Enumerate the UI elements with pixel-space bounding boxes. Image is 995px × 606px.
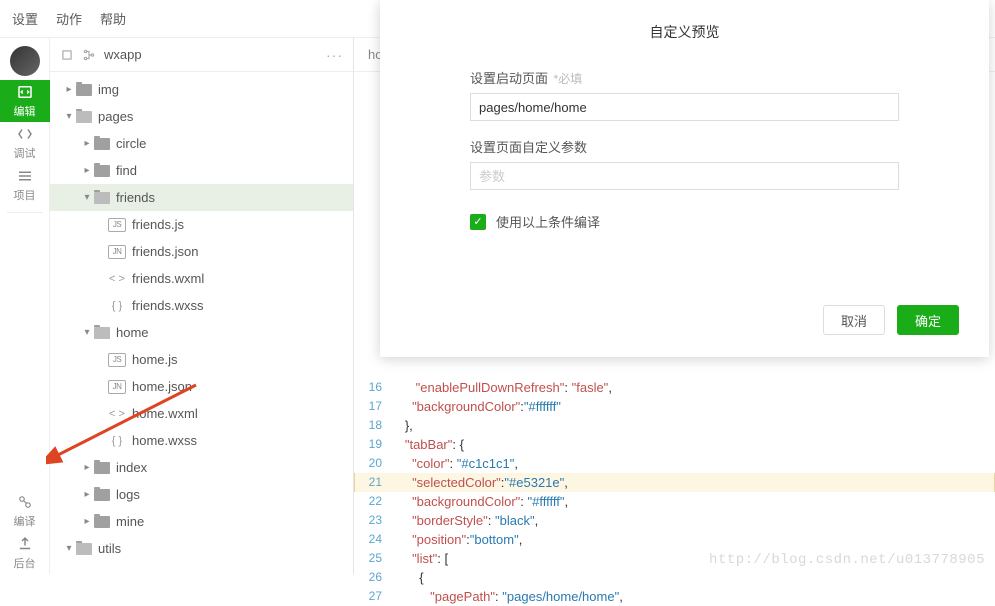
folder-icon xyxy=(94,516,110,528)
json-icon: JN xyxy=(108,380,126,394)
json-icon: JN xyxy=(108,245,126,259)
code-line[interactable]: 21 "selectedColor":"#e5321e", xyxy=(354,473,995,492)
folder-friends[interactable]: ▾friends xyxy=(50,184,353,211)
code-line[interactable]: 19 "tabBar": { xyxy=(354,435,995,454)
code-line[interactable]: 16 "enablePullDownRefresh": "fasle", xyxy=(354,378,995,397)
folder-utils[interactable]: ▾utils xyxy=(50,535,353,562)
custom-preview-dialog: 自定义预览 设置启动页面 *必填 设置页面自定义参数 ✓ 使用以上条件编译 取消… xyxy=(380,0,989,357)
rail-edit-label: 编辑 xyxy=(14,103,36,119)
wxss-icon: { } xyxy=(108,300,126,312)
code-line[interactable]: 27 "pagePath": "pages/home/home", xyxy=(354,587,995,606)
file-friends-wxml[interactable]: < >friends.wxml xyxy=(50,265,353,292)
js-icon: JS xyxy=(108,218,126,232)
folder-icon xyxy=(94,327,110,339)
checkbox-label: 使用以上条件编译 xyxy=(496,212,600,231)
rail-debug-label: 调试 xyxy=(14,145,36,161)
explorer-header: wxapp ··· xyxy=(50,38,353,72)
folder-logs[interactable]: ▸logs xyxy=(50,481,353,508)
file-home-js[interactable]: JShome.js xyxy=(50,346,353,373)
file-friends-wxss[interactable]: { }friends.wxss xyxy=(50,292,353,319)
file-home-wxml[interactable]: < >home.wxml xyxy=(50,400,353,427)
folder-icon xyxy=(94,138,110,150)
upload-icon xyxy=(16,535,34,553)
dialog-title: 自定义预览 xyxy=(380,0,989,60)
code-line[interactable]: 24 "position":"bottom", xyxy=(354,530,995,549)
rail-background-label: 后台 xyxy=(14,555,36,571)
rail-edit[interactable]: 编辑 xyxy=(0,80,50,122)
checkbox-checked-icon[interactable]: ✓ xyxy=(470,214,486,230)
folder-circle[interactable]: ▸circle xyxy=(50,130,353,157)
code-icon xyxy=(16,83,34,101)
folder-pages[interactable]: ▾pages xyxy=(50,103,353,130)
folder-index[interactable]: ▸index xyxy=(50,454,353,481)
more-icon[interactable]: ··· xyxy=(326,47,343,63)
file-home-wxss[interactable]: { }home.wxss xyxy=(50,427,353,454)
wxss-icon: { } xyxy=(108,435,126,447)
folder-icon xyxy=(76,111,92,123)
confirm-button[interactable]: 确定 xyxy=(897,305,959,335)
rail-background[interactable]: 后台 xyxy=(0,532,50,574)
folder-icon xyxy=(94,192,110,204)
js-icon: JS xyxy=(108,353,126,367)
folder-mine[interactable]: ▸mine xyxy=(50,508,353,535)
label-params: 设置页面自定义参数 xyxy=(470,137,899,156)
compile-icon xyxy=(16,493,34,511)
folder-icon xyxy=(94,462,110,474)
rail-project[interactable]: 项目 xyxy=(0,164,50,206)
code-line[interactable]: 18 }, xyxy=(354,416,995,435)
file-home-json[interactable]: JNhome.json xyxy=(50,373,353,400)
menu-icon xyxy=(16,167,34,185)
wxml-icon: < > xyxy=(108,408,126,420)
watermark: http://blog.csdn.net/u013778905 xyxy=(709,552,985,568)
cancel-button[interactable]: 取消 xyxy=(823,305,885,335)
code-line[interactable]: 17 "backgroundColor":"#ffffff" xyxy=(354,397,995,416)
file-friends-json[interactable]: JNfriends.json xyxy=(50,238,353,265)
rail-debug[interactable]: 调试 xyxy=(0,122,50,164)
menu-actions[interactable]: 动作 xyxy=(56,9,82,28)
folder-img[interactable]: ▸img xyxy=(50,76,353,103)
file-friends-js[interactable]: JSfriends.js xyxy=(50,211,353,238)
label-start-page: 设置启动页面 *必填 xyxy=(470,68,899,87)
file-tree[interactable]: ▸img ▾pages ▸circle ▸find ▾friends JSfri… xyxy=(50,72,353,574)
rail-project-label: 项目 xyxy=(14,187,36,203)
rail-compile[interactable]: 编译 xyxy=(0,490,50,532)
project-name: wxapp xyxy=(104,47,318,62)
folder-icon xyxy=(94,165,110,177)
rail-compile-label: 编译 xyxy=(14,513,36,529)
code-line[interactable]: 23 "borderStyle": "black", xyxy=(354,511,995,530)
file-explorer: wxapp ··· ▸img ▾pages ▸circle ▸find ▾fri… xyxy=(50,38,354,574)
collapse-icon[interactable] xyxy=(60,48,74,62)
params-input[interactable] xyxy=(470,162,899,190)
folder-icon xyxy=(94,489,110,501)
tree-icon[interactable] xyxy=(82,48,96,62)
left-rail: 编辑 调试 项目 编译 后台 xyxy=(0,38,50,574)
code-view[interactable]: 16 "enablePullDownRefresh": "fasle",17 "… xyxy=(354,378,995,606)
menu-help[interactable]: 帮助 xyxy=(100,9,126,28)
start-page-input[interactable] xyxy=(470,93,899,121)
folder-icon xyxy=(76,543,92,555)
rail-divider xyxy=(7,212,43,213)
code-line[interactable]: 20 "color": "#c1c1c1", xyxy=(354,454,995,473)
wxml-icon: < > xyxy=(108,273,126,285)
menu-settings[interactable]: 设置 xyxy=(12,9,38,28)
folder-find[interactable]: ▸find xyxy=(50,157,353,184)
folder-icon xyxy=(76,84,92,96)
code-line[interactable]: 22 "backgroundColor": "#ffffff", xyxy=(354,492,995,511)
debug-icon xyxy=(16,125,34,143)
compile-checkbox-row[interactable]: ✓ 使用以上条件编译 xyxy=(470,212,899,231)
avatar[interactable] xyxy=(10,46,40,76)
folder-home[interactable]: ▾home xyxy=(50,319,353,346)
code-line[interactable]: 26 { xyxy=(354,568,995,587)
